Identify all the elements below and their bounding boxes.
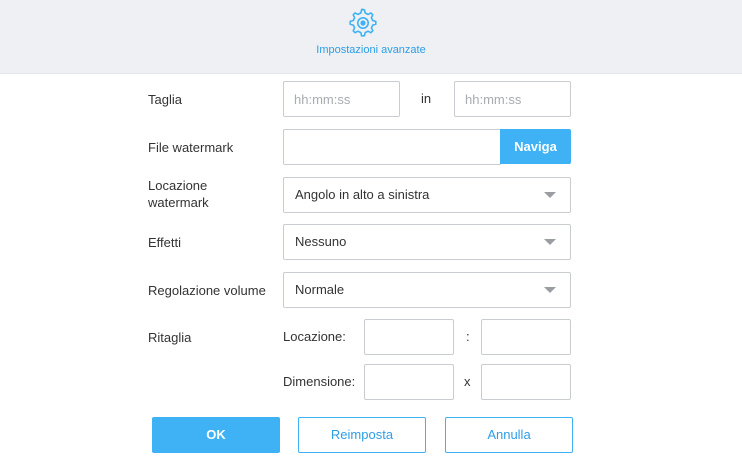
reset-button[interactable]: Reimposta: [298, 417, 426, 453]
watermark-location-select[interactable]: Angolo in alto a sinistra: [283, 177, 571, 213]
volume-label: Regolazione volume: [148, 283, 266, 298]
trim-label: Taglia: [148, 92, 182, 107]
cancel-button[interactable]: Annulla: [445, 417, 573, 453]
trim-end-input[interactable]: [454, 81, 571, 117]
volume-select[interactable]: Normale: [283, 272, 571, 308]
chevron-down-icon: [544, 239, 556, 245]
header: Impostazioni avanzate: [0, 0, 742, 74]
crop-size-label: Dimensione:: [283, 374, 356, 389]
watermark-file-input[interactable]: [283, 129, 501, 165]
browse-button[interactable]: Naviga: [500, 129, 571, 164]
crop-height-input[interactable]: [481, 364, 571, 400]
trim-separator: in: [421, 91, 432, 106]
watermark-file-label: File watermark: [148, 140, 234, 155]
crop-label: Ritaglia: [148, 330, 192, 345]
crop-location-label: Locazione:: [283, 329, 346, 344]
ok-button[interactable]: OK: [152, 417, 280, 453]
crop-size-separator: x: [464, 374, 471, 389]
gear-icon: [349, 8, 377, 37]
effects-label: Effetti: [148, 235, 182, 250]
crop-location-x-input[interactable]: [364, 319, 454, 355]
crop-location-y-input[interactable]: [481, 319, 571, 355]
volume-value: Normale: [295, 282, 345, 297]
page-title: Impostazioni avanzate: [316, 44, 426, 56]
chevron-down-icon: [544, 192, 556, 198]
chevron-down-icon: [544, 287, 556, 293]
crop-width-input[interactable]: [364, 364, 454, 400]
effects-value: Nessuno: [295, 234, 347, 249]
effects-select[interactable]: Nessuno: [283, 224, 571, 260]
crop-location-separator: :: [466, 329, 470, 344]
watermark-location-label: Locazione watermark: [148, 178, 209, 210]
trim-start-input[interactable]: [283, 81, 400, 117]
watermark-location-value: Angolo in alto a sinistra: [295, 187, 430, 202]
